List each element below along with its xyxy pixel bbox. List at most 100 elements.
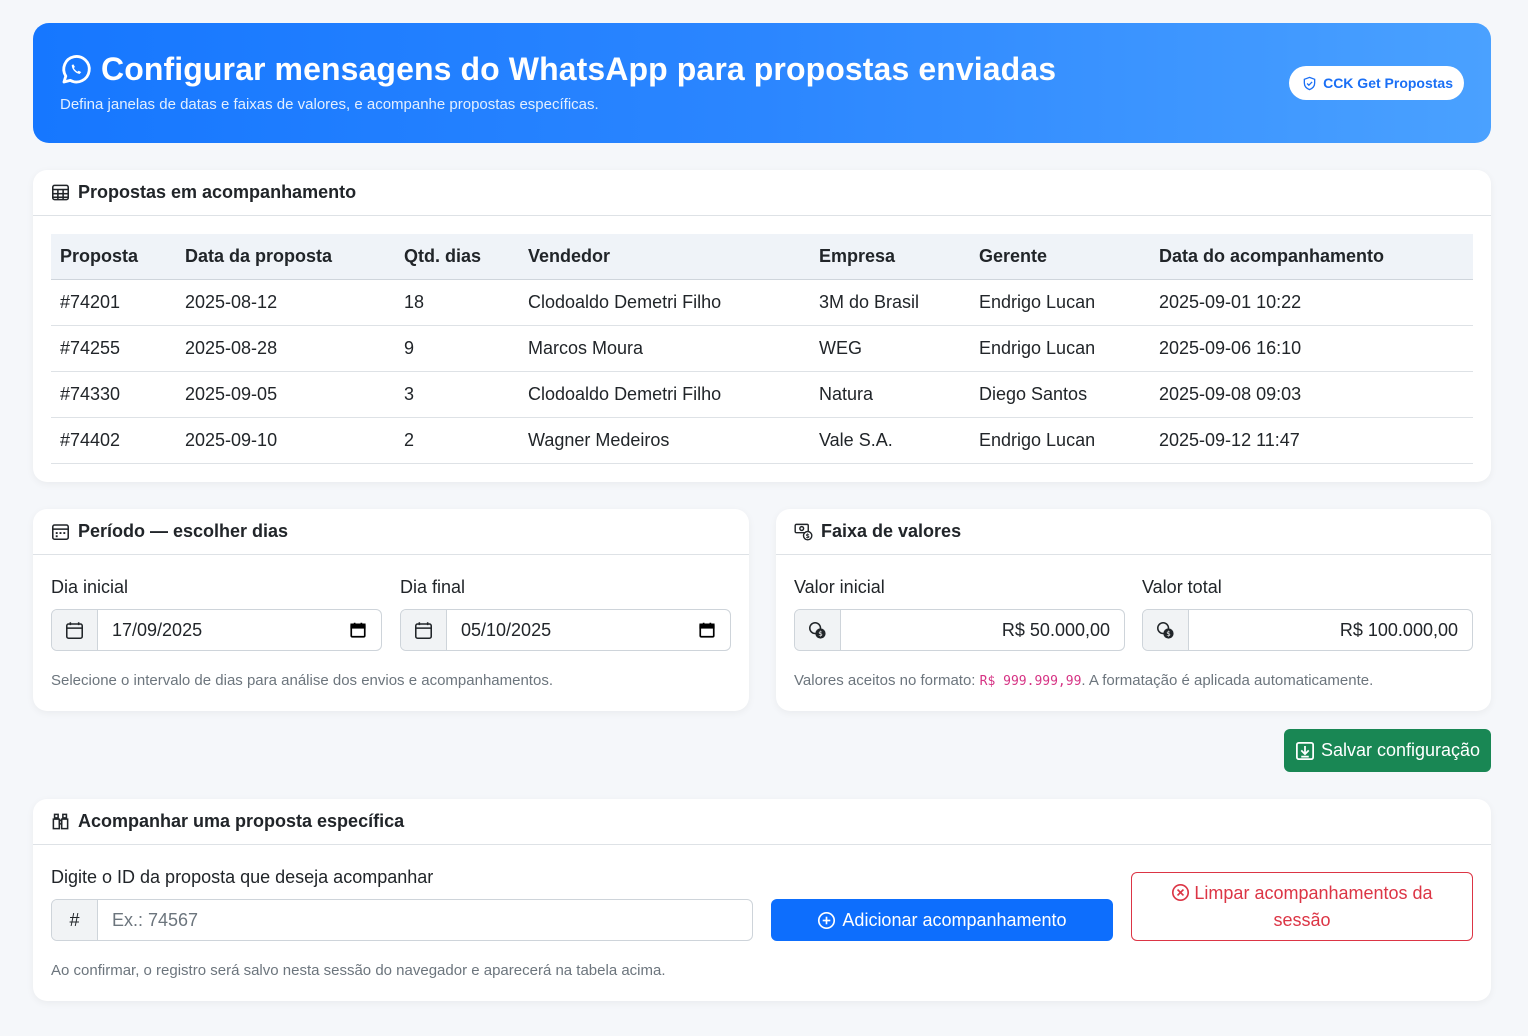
cell-proposal: #74201 (51, 279, 176, 326)
cell-tracking-date: 2025-09-12 11:47 (1150, 417, 1473, 464)
download-save-icon (1295, 741, 1314, 760)
hash-addon: # (52, 900, 98, 940)
total-value-label: Valor total (1142, 577, 1222, 597)
card-title: Acompanhar uma proposta específica (78, 811, 405, 831)
svg-text:$: $ (818, 628, 823, 637)
values-help-prefix: Valores aceitos no formato: (794, 672, 980, 689)
start-value-field[interactable]: $ R$ 50.000,00 (794, 609, 1125, 651)
total-value-value: R$ 100.000,00 (1339, 619, 1458, 640)
card-title: Período — escolher dias (78, 521, 289, 541)
end-date-value: 05/10/2025 (461, 619, 552, 640)
start-value-label: Valor inicial (794, 577, 885, 597)
cell-date: 2025-08-12 (176, 279, 395, 326)
start-value-input[interactable]: R$ 50.000,00 (841, 610, 1124, 650)
table-row: #74255 2025-08-28 9 Marcos Moura WEG End… (51, 325, 1473, 372)
calendar-icon (52, 524, 69, 540)
calendar-picker-icon[interactable] (698, 621, 716, 639)
card-header: Acompanhar uma proposta específica (33, 799, 1491, 845)
cell-seller: Wagner Medeiros (519, 417, 810, 464)
cell-company: WEG (810, 325, 970, 372)
table-row: #74330 2025-09-05 3 Clodoaldo Demetri Fi… (51, 371, 1473, 418)
period-card: Período — escolher dias Dia inicial 17/0… (33, 509, 749, 711)
cck-badge[interactable]: CCK Get Propostas (1289, 66, 1464, 100)
calendar-addon (401, 610, 447, 650)
cell-date: 2025-09-05 (176, 371, 395, 418)
clear-tracking-button[interactable]: Limpar acompanhamentos da sessão (1131, 872, 1473, 941)
track-help: Ao confirmar, o registro será salvo nest… (51, 962, 666, 979)
cell-seller: Clodoaldo Demetri Filho (519, 371, 810, 418)
table-row: #74402 2025-09-10 2 Wagner Medeiros Vale… (51, 417, 1473, 464)
column-header: Qtd. dias (395, 234, 519, 280)
page-title: Configurar mensagens do WhatsApp para pr… (101, 51, 1057, 87)
end-date-input[interactable]: 05/10/2025 (447, 610, 730, 650)
proposal-id-label: Digite o ID da proposta que deseja acomp… (51, 867, 434, 887)
card-header: $ Faixa de valores (776, 509, 1491, 555)
calendar-addon (52, 610, 98, 650)
cell-days: 18 (395, 279, 519, 326)
calendar-picker-icon[interactable] (349, 621, 367, 639)
add-button-label: Adicionar acompanhamento (842, 909, 1067, 930)
track-proposal-card: Acompanhar uma proposta específica Digit… (33, 799, 1491, 1001)
card-header: Período — escolher dias (33, 509, 749, 555)
start-value-value: R$ 50.000,00 (1001, 619, 1110, 640)
column-header: Gerente (970, 234, 1150, 280)
cash-coin-icon: $ (794, 523, 813, 541)
values-card: $ Faixa de valores Valor inicial $ R$ 50… (776, 509, 1491, 711)
calendar-icon (66, 621, 83, 639)
cell-days: 9 (395, 325, 519, 372)
column-header: Data da proposta (176, 234, 395, 280)
page-title-row: Configurar mensagens do WhatsApp para pr… (59, 51, 1056, 88)
cell-days: 2 (395, 417, 519, 464)
cell-days: 3 (395, 371, 519, 418)
card-title: Propostas em acompanhamento (78, 182, 357, 202)
column-header: Proposta (51, 234, 176, 280)
column-header: Data do acompanhamento (1150, 234, 1473, 280)
cell-seller: Clodoaldo Demetri Filho (519, 279, 810, 326)
card-title: Faixa de valores (821, 521, 962, 541)
proposal-id-placeholder: Ex.: 74567 (112, 909, 199, 930)
svg-text:$: $ (1166, 628, 1171, 637)
clear-button-content: Limpar acompanhamentos da sessão (1162, 880, 1442, 934)
card-header: Propostas em acompanhamento (33, 170, 1491, 216)
cell-company: 3M do Brasil (810, 279, 970, 326)
start-date-field[interactable]: 17/09/2025 (51, 609, 382, 651)
tracking-table: Proposta Data da proposta Qtd. dias Vend… (51, 234, 1473, 464)
cell-date: 2025-08-28 (176, 325, 395, 372)
coins-addon: $ (1143, 610, 1189, 650)
cell-company: Vale S.A. (810, 417, 970, 464)
binoculars-icon (52, 813, 69, 830)
coins-icon: $ (1157, 621, 1174, 639)
save-config-button[interactable]: Salvar configuração (1284, 729, 1491, 772)
start-date-input[interactable]: 17/09/2025 (98, 610, 381, 650)
cell-proposal: #74330 (51, 371, 176, 418)
add-tracking-button[interactable]: Adicionar acompanhamento (771, 899, 1113, 941)
proposal-id-input[interactable]: Ex.: 74567 (98, 900, 752, 940)
table-icon (52, 184, 69, 201)
proposal-id-field[interactable]: # Ex.: 74567 (51, 899, 753, 941)
total-value-input[interactable]: R$ 100.000,00 (1189, 610, 1472, 650)
start-date-label: Dia inicial (51, 577, 129, 597)
coins-addon: $ (795, 610, 841, 650)
cell-tracking-date: 2025-09-08 09:03 (1150, 371, 1473, 418)
total-value-field[interactable]: $ R$ 100.000,00 (1142, 609, 1473, 651)
plus-circle-icon (818, 911, 836, 929)
svg-text:$: $ (806, 533, 810, 540)
tracking-table-card: Propostas em acompanhamento Proposta Dat… (33, 170, 1491, 482)
whatsapp-icon (62, 54, 91, 83)
values-help-format: R$ 999.999,99 (979, 674, 1082, 689)
cell-manager: Endrigo Lucan (970, 417, 1150, 464)
table-row: #74201 2025-08-12 18 Clodoaldo Demetri F… (51, 279, 1473, 326)
cell-manager: Endrigo Lucan (970, 325, 1150, 372)
cell-manager: Endrigo Lucan (970, 279, 1150, 326)
cell-tracking-date: 2025-09-01 10:22 (1150, 279, 1473, 326)
cell-date: 2025-09-10 (176, 417, 395, 464)
page-subtitle: Defina janelas de datas e faixas de valo… (60, 96, 599, 113)
save-button-label: Salvar configuração (1320, 740, 1481, 760)
x-circle-icon (1172, 883, 1190, 901)
cell-manager: Diego Santos (970, 371, 1150, 418)
cell-tracking-date: 2025-09-06 16:10 (1150, 325, 1473, 372)
end-date-field[interactable]: 05/10/2025 (400, 609, 731, 651)
start-date-value: 17/09/2025 (112, 619, 203, 640)
page-header: Configurar mensagens do WhatsApp para pr… (33, 23, 1491, 143)
shield-check-icon (1303, 76, 1316, 90)
